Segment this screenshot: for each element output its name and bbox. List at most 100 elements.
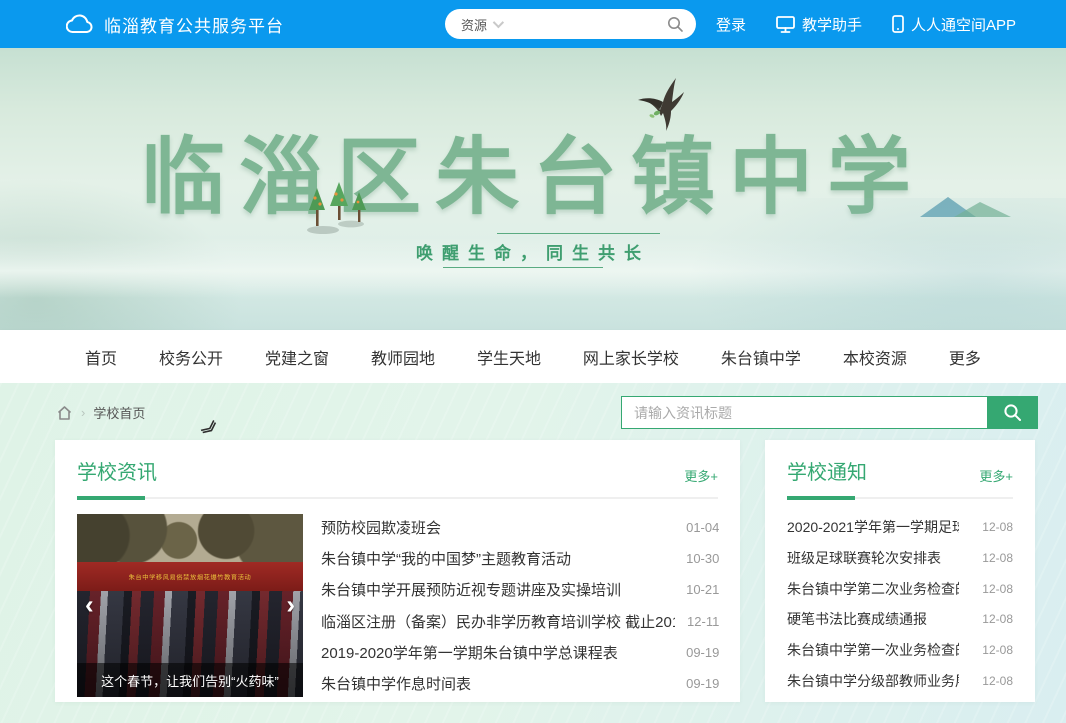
notice-date: 12-08 — [982, 674, 1013, 688]
notice-date: 12-08 — [982, 520, 1013, 534]
news-date: 09-19 — [686, 645, 719, 660]
photo-banner-text: 朱台中学移风易俗禁放烟花爆竹教育活动 — [129, 572, 252, 581]
slogan-line-top — [497, 233, 660, 234]
platform-title: 临淄教育公共服务平台 — [104, 12, 284, 37]
news-item[interactable]: 朱台镇中学作息时间表 09-19 — [321, 673, 719, 694]
news-title: 朱台镇中学作息时间表 — [321, 673, 471, 694]
space-app-label: 人人通空间APP — [911, 14, 1016, 35]
breadcrumb-separator-icon: › — [81, 405, 85, 420]
mountain-illustration — [918, 193, 1013, 222]
news-title: 朱台镇中学开展预防近视专题讲座及实操培训 — [321, 579, 621, 600]
notice-date: 12-08 — [982, 551, 1013, 565]
content-area: › 学校首页 》 学校资讯 更多+ 朱台中学移风易俗禁放烟花爆竹 — [0, 383, 1066, 723]
cloud-icon — [66, 14, 94, 34]
carousel-photo-banner: 朱台中学移风易俗禁放烟花爆竹教育活动 — [77, 562, 303, 591]
notice-title: 朱台镇中学第一次业务检查的 — [787, 640, 959, 660]
slogan-line-bottom — [443, 267, 603, 268]
chevron-down-icon — [493, 17, 504, 28]
school-slogan: 唤醒生命，同生共长 — [0, 239, 1066, 264]
carousel-prev-icon[interactable]: ‹ — [85, 591, 94, 617]
breadcrumb: › 学校首页 — [56, 403, 145, 422]
carousel-photo-trees — [77, 514, 303, 562]
notice-panel-header: 学校通知 更多+ — [787, 456, 1013, 499]
notice-title: 2020-2021学年第一学期足球 — [787, 517, 959, 537]
news-list: 预防校园欺凌班会 01-04 朱台镇中学“我的中国梦”主题教育活动 10-30 … — [321, 514, 719, 697]
news-title: 2019-2020学年第一学期朱台镇中学总课程表 — [321, 642, 618, 663]
notice-panel-title: 学校通知 — [787, 456, 867, 485]
news-title: 预防校园欺凌班会 — [321, 517, 441, 538]
notice-item[interactable]: 朱台镇中学分级部教师业务展 12-08 — [787, 671, 1013, 691]
top-search-bar[interactable]: 资源 — [445, 9, 696, 39]
nav-item-school-affairs[interactable]: 校务公开 — [159, 345, 223, 369]
nav-item-more[interactable]: 更多 — [949, 345, 981, 369]
news-date: 12-11 — [687, 614, 719, 629]
notice-item[interactable]: 硬笔书法比赛成绩通报 12-08 — [787, 609, 1013, 629]
notice-item[interactable]: 2020-2021学年第一学期足球 12-08 — [787, 517, 1013, 537]
notice-date: 12-08 — [982, 612, 1013, 626]
news-date: 10-21 — [686, 582, 719, 597]
news-date: 09-19 — [686, 676, 719, 691]
teaching-assistant-link[interactable]: 教学助手 — [776, 14, 862, 35]
home-icon[interactable] — [56, 405, 73, 421]
teaching-assistant-label: 教学助手 — [802, 14, 862, 35]
notice-list: 2020-2021学年第一学期足球 12-08 班级足球联赛轮次安排表 12-0… — [787, 513, 1013, 697]
notice-more-link[interactable]: 更多+ — [979, 466, 1013, 485]
news-item[interactable]: 临淄区注册（备案）民办非学历教育培训学校 截止2019 12-11 — [321, 611, 719, 632]
news-date: 10-30 — [686, 551, 719, 566]
news-search-input[interactable] — [621, 396, 987, 429]
top-bar: 临淄教育公共服务平台 资源 登录 教学助手 — [0, 0, 1066, 48]
nav-item-student-world[interactable]: 学生天地 — [477, 345, 541, 369]
news-search-button[interactable] — [987, 396, 1038, 429]
space-app-link[interactable]: 人人通空间APP — [892, 14, 1016, 35]
notice-title: 朱台镇中学分级部教师业务展 — [787, 671, 959, 691]
notice-date: 12-08 — [982, 582, 1013, 596]
breadcrumb-current: 学校首页 — [93, 403, 145, 422]
school-name-title: 临淄区朱台镇中学 — [0, 110, 1066, 231]
platform-logo[interactable]: 临淄教育公共服务平台 — [66, 0, 284, 48]
news-date: 01-04 — [686, 520, 719, 535]
phone-icon — [892, 15, 904, 33]
search-icon — [1003, 403, 1022, 422]
news-search-bar — [621, 396, 1038, 429]
nav-item-school-resources[interactable]: 本校资源 — [843, 345, 907, 369]
notice-item[interactable]: 班级足球联赛轮次安排表 12-08 — [787, 548, 1013, 568]
school-banner: 临淄区朱台镇中学 唤醒生命，同生共长 — [0, 48, 1066, 330]
notice-date: 12-08 — [982, 643, 1013, 657]
news-panel-header: 学校资讯 更多+ — [77, 456, 718, 499]
brush-stroke-decoration: 》 — [198, 416, 226, 442]
notice-item[interactable]: 朱台镇中学第一次业务检查的 12-08 — [787, 640, 1013, 660]
monitor-icon — [776, 16, 795, 33]
news-panel-title: 学校资讯 — [77, 456, 157, 485]
news-item[interactable]: 朱台镇中学“我的中国梦”主题教育活动 10-30 — [321, 548, 719, 569]
school-notice-panel: 学校通知 更多+ 2020-2021学年第一学期足球 12-08 班级足球联赛轮… — [765, 440, 1035, 702]
nav-item-party-window[interactable]: 党建之窗 — [265, 345, 329, 369]
news-item[interactable]: 2019-2020学年第一学期朱台镇中学总课程表 09-19 — [321, 642, 719, 663]
school-news-panel: 学校资讯 更多+ 朱台中学移风易俗禁放烟花爆竹教育活动 ‹ › 这个春节，让我们… — [55, 440, 740, 702]
trees-illustration — [303, 180, 369, 241]
nav-item-home[interactable]: 首页 — [85, 345, 117, 369]
page: 临淄教育公共服务平台 资源 登录 教学助手 — [0, 0, 1066, 723]
login-link[interactable]: 登录 — [716, 14, 746, 35]
news-more-link[interactable]: 更多+ — [684, 466, 718, 485]
notice-title: 硬笔书法比赛成绩通报 — [787, 609, 927, 629]
notice-title: 班级足球联赛轮次安排表 — [787, 548, 941, 568]
main-navigation: 首页 校务公开 党建之窗 教师园地 学生天地 网上家长学校 朱台镇中学 本校资源… — [0, 330, 1066, 383]
login-label: 登录 — [716, 14, 746, 35]
notice-item[interactable]: 朱台镇中学第二次业务检查的 12-08 — [787, 579, 1013, 599]
news-panel-body: 朱台中学移风易俗禁放烟花爆竹教育活动 ‹ › 这个春节，让我们告别“火药味” 预… — [77, 514, 718, 697]
search-category-label: 资源 — [461, 15, 487, 34]
news-title: 临淄区注册（备案）民办非学历教育培训学校 截止2019 — [321, 611, 675, 632]
news-item[interactable]: 朱台镇中学开展预防近视专题讲座及实操培训 10-21 — [321, 579, 719, 600]
nav-item-teacher-garden[interactable]: 教师园地 — [371, 345, 435, 369]
nav-item-zhutai-school[interactable]: 朱台镇中学 — [721, 345, 801, 369]
news-carousel[interactable]: 朱台中学移风易俗禁放烟花爆竹教育活动 ‹ › 这个春节，让我们告别“火药味” — [77, 514, 303, 697]
news-title: 朱台镇中学“我的中国梦”主题教育活动 — [321, 548, 571, 569]
carousel-next-icon[interactable]: › — [286, 591, 295, 617]
news-item[interactable]: 预防校园欺凌班会 01-04 — [321, 517, 719, 538]
nav-item-parent-school[interactable]: 网上家长学校 — [583, 345, 679, 369]
search-category-select[interactable]: 资源 — [461, 15, 501, 34]
notice-title: 朱台镇中学第二次业务检查的 — [787, 579, 959, 599]
carousel-caption: 这个春节，让我们告别“火药味” — [77, 663, 303, 697]
top-links: 登录 教学助手 人人通空间APP — [716, 0, 1016, 48]
search-icon[interactable] — [667, 16, 684, 33]
